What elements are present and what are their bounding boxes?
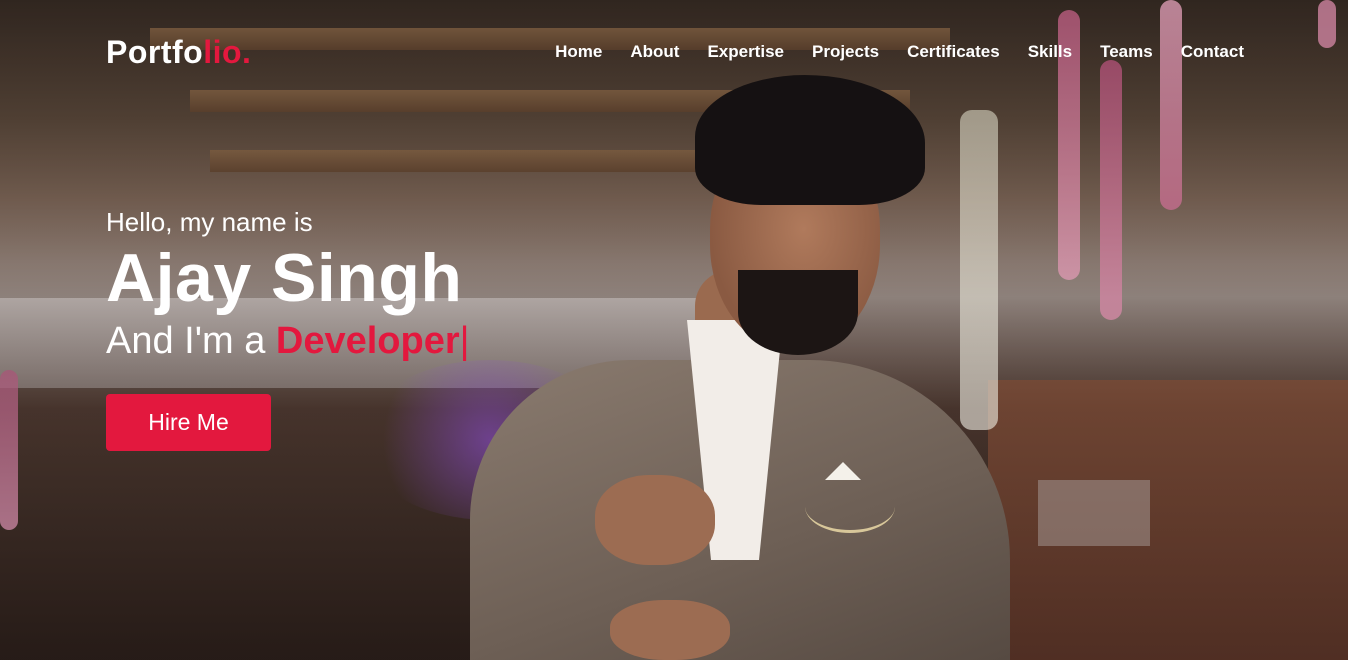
hero-intro: Hello, my name is Ajay Singh And I'm a D…	[106, 206, 470, 451]
nav-link-projects[interactable]: Projects	[812, 42, 879, 62]
wall-panel	[1038, 480, 1150, 546]
logo-text: Portfo	[106, 34, 204, 70]
hero-name: Ajay Singh	[106, 240, 463, 316]
nav-link-skills[interactable]: Skills	[1028, 42, 1072, 62]
hanging-flowers	[0, 370, 18, 530]
brooch-chain	[805, 480, 895, 533]
portrait-beard	[738, 270, 858, 355]
nav-link-expertise[interactable]: Expertise	[707, 42, 784, 62]
hero-greeting: Hello, my name is	[106, 207, 313, 237]
hero-portrait	[470, 70, 1030, 660]
hero-role-line: And I'm a Developer|	[106, 318, 470, 364]
top-navbar: Portfolio. Home About Expertise Projects…	[0, 0, 1348, 104]
nav-link-certificates[interactable]: Certificates	[907, 42, 1000, 62]
nav-menu: Home About Expertise Projects Certificat…	[555, 42, 1244, 62]
nav-link-home[interactable]: Home	[555, 42, 602, 62]
nav-link-about[interactable]: About	[630, 42, 679, 62]
logo-accent-text: lio.	[203, 34, 252, 70]
portrait-hand	[595, 475, 715, 565]
portrait-hand	[610, 600, 730, 660]
nav-link-teams[interactable]: Teams	[1100, 42, 1153, 62]
hire-me-button[interactable]: Hire Me	[106, 394, 271, 451]
hero-role-prefix: And I'm a	[106, 320, 266, 362]
hero-role-typed: Developer	[275, 320, 460, 362]
site-logo[interactable]: Portfolio.	[106, 34, 251, 71]
typing-cursor: |	[459, 320, 470, 362]
nav-link-contact[interactable]: Contact	[1181, 42, 1244, 62]
